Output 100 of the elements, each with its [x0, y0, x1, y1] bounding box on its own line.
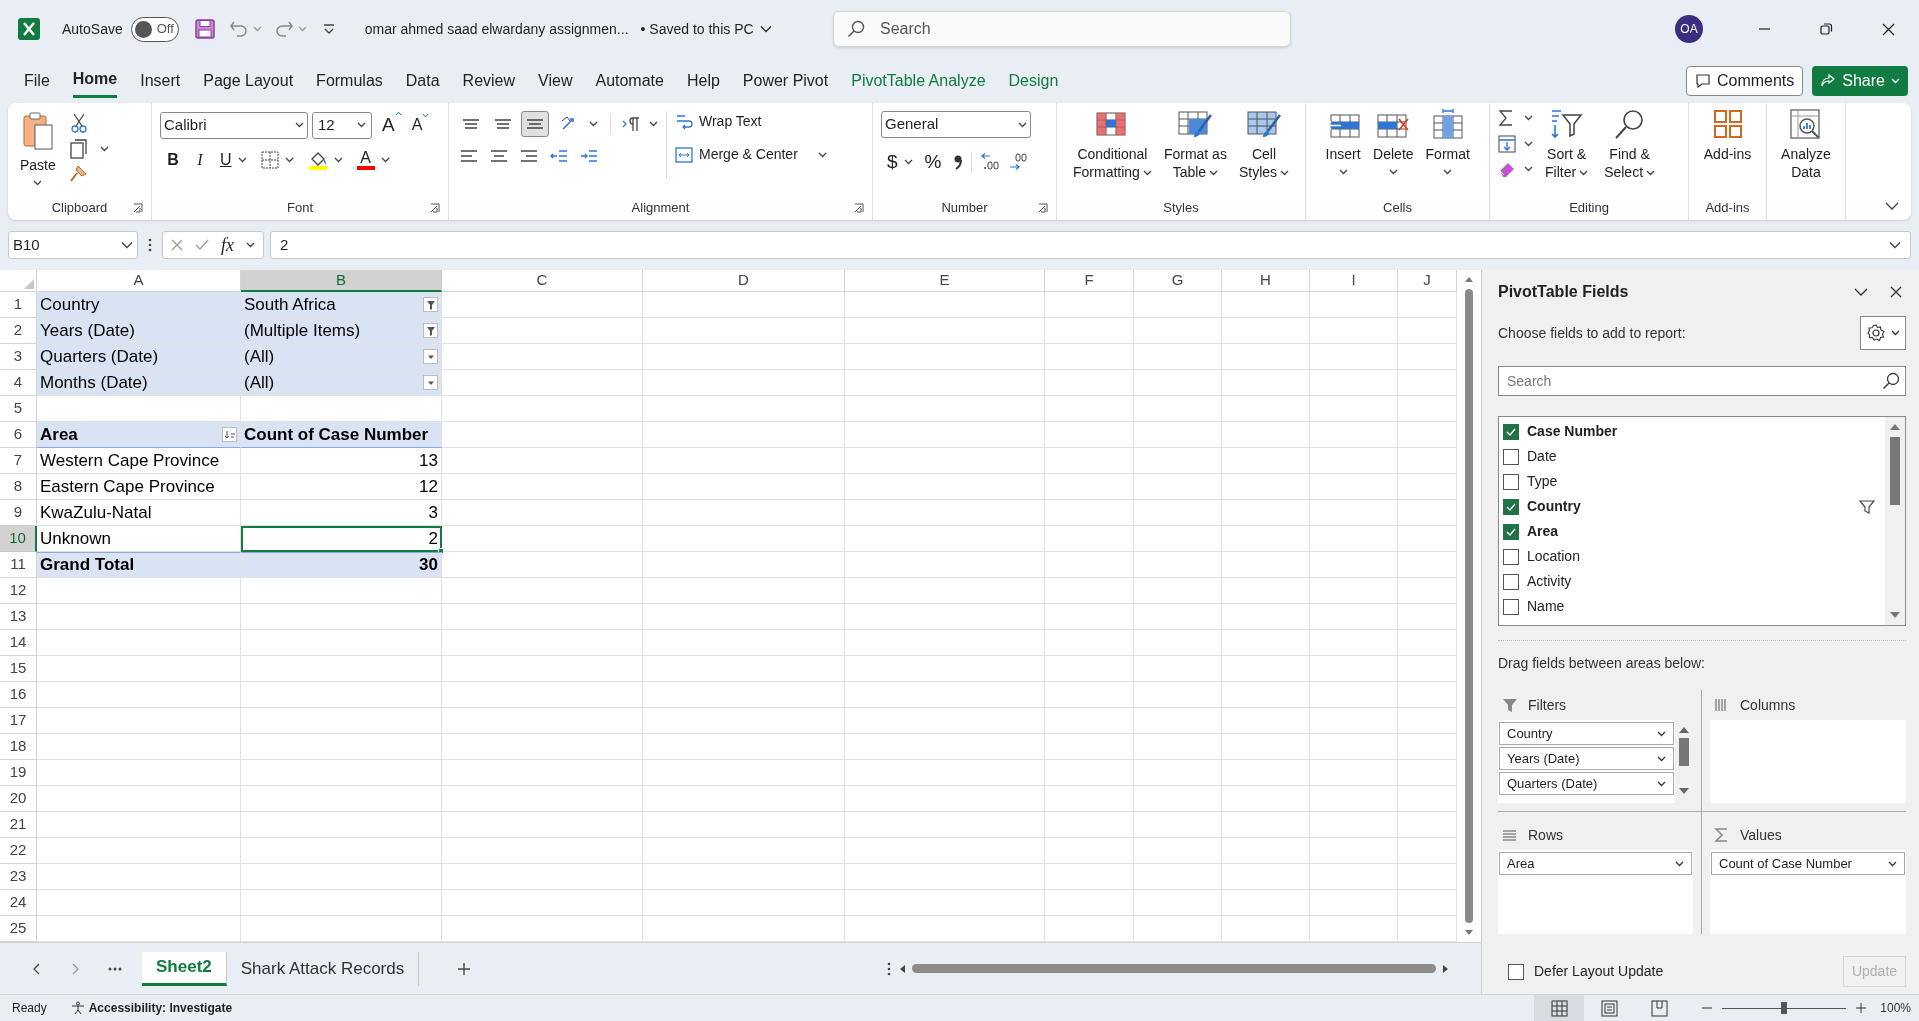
empty-cell[interactable]: [442, 760, 643, 786]
scroll-down-icon[interactable]: [1889, 611, 1901, 619]
empty-cell[interactable]: [442, 630, 643, 656]
font-color-button[interactable]: A: [356, 149, 375, 170]
empty-cell[interactable]: [241, 656, 442, 682]
row-number[interactable]: 19: [0, 760, 37, 786]
empty-cell[interactable]: [1045, 500, 1134, 526]
decrease-decimal-icon[interactable]: [1008, 153, 1029, 172]
empty-cell[interactable]: [1134, 656, 1222, 682]
empty-cell[interactable]: [1045, 864, 1134, 890]
empty-cell[interactable]: [1222, 422, 1310, 448]
empty-cell[interactable]: [442, 448, 643, 474]
field-pill[interactable]: Years (Date): [1499, 747, 1674, 770]
empty-cell[interactable]: [241, 812, 442, 838]
chevron-down-icon[interactable]: [759, 25, 772, 33]
row-number[interactable]: 24: [0, 890, 37, 916]
field-pill[interactable]: Quarters (Date): [1499, 772, 1674, 795]
empty-cell[interactable]: [1045, 370, 1134, 396]
empty-cell[interactable]: [1045, 604, 1134, 630]
ribbon-button[interactable]: Analyze Data: [1777, 107, 1835, 220]
empty-cell[interactable]: [845, 500, 1045, 526]
empty-cell[interactable]: [1310, 864, 1398, 890]
settings-button[interactable]: [1860, 316, 1906, 350]
empty-cell[interactable]: [643, 526, 845, 552]
ribbon-tab[interactable]: Insert: [140, 63, 181, 98]
checkbox[interactable]: [1503, 548, 1519, 565]
empty-cell[interactable]: [643, 396, 845, 422]
empty-cell[interactable]: [442, 682, 643, 708]
customize-icon[interactable]: [322, 24, 335, 34]
ribbon-button[interactable]: Conditional Formatting: [1068, 107, 1156, 196]
eraser-icon[interactable]: [1498, 161, 1516, 177]
empty-cell[interactable]: [1134, 734, 1222, 760]
empty-cell[interactable]: [1310, 344, 1398, 370]
empty-cell[interactable]: [1222, 812, 1310, 838]
grow-font-button[interactable]: A: [382, 111, 402, 140]
field-label[interactable]: Case Number: [1527, 421, 1618, 442]
close-icon[interactable]: [1880, 21, 1896, 37]
account-avatar[interactable]: OA: [1675, 15, 1703, 43]
empty-cell[interactable]: [442, 838, 643, 864]
empty-cell[interactable]: [1045, 292, 1134, 318]
empty-cell[interactable]: [1134, 526, 1222, 552]
empty-cell[interactable]: [1310, 396, 1398, 422]
empty-cell[interactable]: [643, 630, 845, 656]
check-icon[interactable]: [195, 239, 209, 251]
cancel-icon[interactable]: [171, 239, 183, 251]
row-number[interactable]: 6: [0, 422, 37, 448]
empty-cell[interactable]: [442, 864, 643, 890]
row-number[interactable]: 22: [0, 838, 37, 864]
checkbox[interactable]: [1503, 423, 1519, 440]
row-number[interactable]: 4: [0, 370, 37, 396]
scroll-right-icon[interactable]: [1442, 963, 1449, 974]
empty-cell[interactable]: [241, 786, 442, 812]
dialog-launcher-icon[interactable]: [854, 203, 864, 213]
more-icon[interactable]: [887, 961, 891, 976]
empty-cell[interactable]: [1134, 838, 1222, 864]
close-icon[interactable]: [1890, 286, 1902, 298]
row-number[interactable]: 10: [0, 526, 37, 552]
empty-cell[interactable]: [1045, 760, 1134, 786]
empty-cell[interactable]: [1045, 526, 1134, 552]
empty-cell[interactable]: [1310, 578, 1398, 604]
empty-cell[interactable]: [1222, 292, 1310, 318]
row-number[interactable]: 9: [0, 500, 37, 526]
select-all-icon[interactable]: [24, 279, 34, 289]
empty-cell[interactable]: [1310, 734, 1398, 760]
checkbox[interactable]: [1503, 473, 1519, 490]
empty-cell[interactable]: [442, 786, 643, 812]
empty-cell[interactable]: [845, 474, 1045, 500]
column-header[interactable]: A: [37, 270, 241, 292]
empty-cell[interactable]: [442, 500, 643, 526]
empty-cell[interactable]: [1134, 864, 1222, 890]
more-icon[interactable]: [108, 966, 122, 971]
empty-cell[interactable]: [1222, 838, 1310, 864]
empty-cell[interactable]: [643, 890, 845, 916]
row-number[interactable]: 14: [0, 630, 37, 656]
italic-button[interactable]: I: [194, 147, 206, 172]
empty-cell[interactable]: [845, 578, 1045, 604]
empty-cell[interactable]: [442, 708, 643, 734]
empty-cell[interactable]: [1222, 682, 1310, 708]
search-field[interactable]: Search: [1498, 366, 1906, 396]
empty-cell[interactable]: [1045, 474, 1134, 500]
scroll-up-icon[interactable]: [1678, 726, 1690, 734]
empty-cell[interactable]: [241, 864, 442, 890]
empty-cell[interactable]: [1045, 318, 1134, 344]
row-number[interactable]: 20: [0, 786, 37, 812]
ribbon-tab[interactable]: Formulas: [316, 63, 383, 98]
dialog-launcher-icon[interactable]: [1038, 203, 1048, 213]
table-cell[interactable]: Count of Case Number: [241, 422, 442, 448]
empty-cell[interactable]: [1222, 552, 1310, 578]
empty-cell[interactable]: [241, 890, 442, 916]
empty-cell[interactable]: [1045, 630, 1134, 656]
table-cell[interactable]: 3: [241, 500, 442, 526]
empty-cell[interactable]: [1310, 422, 1398, 448]
number-format-field[interactable]: General: [881, 111, 1031, 138]
text-direction-icon[interactable]: [621, 115, 641, 133]
bold-button[interactable]: B: [166, 147, 180, 172]
empty-cell[interactable]: [241, 604, 442, 630]
ribbon-button[interactable]: Format as Table: [1159, 107, 1231, 196]
empty-cell[interactable]: [1222, 864, 1310, 890]
column-header[interactable]: I: [1310, 270, 1398, 292]
format-painter-icon[interactable]: [69, 165, 88, 183]
